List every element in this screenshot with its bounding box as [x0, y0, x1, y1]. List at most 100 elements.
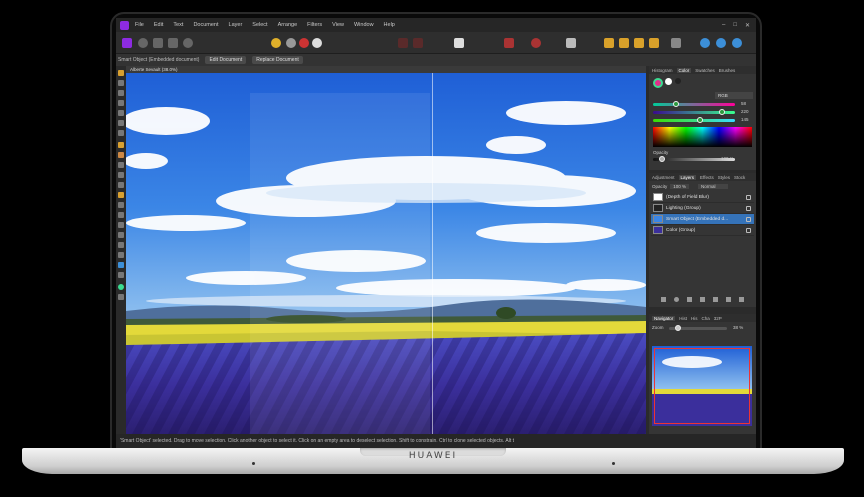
- liquify-persona-icon[interactable]: [138, 38, 148, 48]
- secondary-color-swatch[interactable]: [665, 78, 672, 85]
- clone-tool-icon[interactable]: [118, 202, 124, 208]
- transform-icon[interactable]: [671, 38, 681, 48]
- auto-colors-icon[interactable]: [299, 38, 309, 48]
- layer-row-selected[interactable]: Smart Object (Embedded d...: [651, 214, 754, 225]
- menu-edit[interactable]: Edit: [154, 22, 163, 28]
- split-view-divider[interactable]: [432, 73, 433, 438]
- erase-tool-icon[interactable]: [118, 162, 124, 168]
- layer-visibility-checkbox[interactable]: [746, 216, 751, 222]
- maximize-icon[interactable]: □: [733, 22, 737, 29]
- selection-subtract-icon[interactable]: [413, 38, 423, 48]
- green-slider[interactable]: [653, 109, 735, 115]
- tone-mapping-persona-icon[interactable]: [168, 38, 178, 48]
- boolean-intersect-icon[interactable]: [732, 38, 742, 48]
- red-slider[interactable]: [653, 101, 735, 107]
- edit-document-button[interactable]: Edit Document: [205, 56, 247, 64]
- move-tool-icon[interactable]: [118, 80, 124, 86]
- tab-transform[interactable]: Hist: [679, 316, 687, 321]
- zoom-tool-icon[interactable]: [118, 294, 124, 300]
- assistant-icon[interactable]: [566, 38, 576, 48]
- color-picker-tool-icon[interactable]: [118, 90, 124, 96]
- snapping-icon[interactable]: [531, 38, 541, 48]
- menu-arrange[interactable]: Arrange: [278, 22, 298, 28]
- arrange-backward-icon[interactable]: [634, 38, 644, 48]
- delete-layer-icon[interactable]: [739, 297, 744, 302]
- tab-layers[interactable]: Layers: [678, 174, 697, 180]
- menu-filters[interactable]: Filters: [307, 22, 322, 28]
- arrange-forward-icon[interactable]: [619, 38, 629, 48]
- document-canvas[interactable]: [126, 73, 646, 438]
- boolean-subtract-icon[interactable]: [716, 38, 726, 48]
- menu-select[interactable]: Select: [252, 22, 267, 28]
- menu-document[interactable]: Document: [193, 22, 218, 28]
- tab-adjustment[interactable]: Adjustment: [652, 175, 675, 180]
- tab-color[interactable]: Color: [676, 67, 692, 73]
- tab-channels[interactable]: Cha: [702, 316, 710, 321]
- flood-select-tool-icon[interactable]: [118, 120, 124, 126]
- tab-histogram[interactable]: Histogram: [652, 68, 673, 73]
- color-mode-select[interactable]: RGB: [715, 92, 753, 99]
- quick-mask-icon[interactable]: [454, 38, 464, 48]
- gradient-tool-icon[interactable]: [118, 182, 124, 188]
- arrange-front-icon[interactable]: [604, 38, 614, 48]
- dodge-tool-icon[interactable]: [118, 192, 124, 198]
- live-filter-icon[interactable]: [700, 297, 705, 302]
- blend-mode-select[interactable]: Normal: [698, 184, 728, 189]
- auto-contrast-icon[interactable]: [286, 38, 296, 48]
- layer-visibility-checkbox[interactable]: [746, 194, 751, 200]
- blue-value[interactable]: 145: [741, 117, 749, 122]
- close-icon[interactable]: ✕: [745, 22, 750, 29]
- paint-brush-tool-icon[interactable]: [118, 142, 124, 148]
- node-tool-icon[interactable]: [118, 252, 124, 258]
- layer-row[interactable]: Lighting (Group): [651, 203, 754, 214]
- red-value[interactable]: 58: [741, 101, 746, 106]
- menu-text[interactable]: Text: [173, 22, 183, 28]
- tab-styles[interactable]: Styles: [718, 175, 730, 180]
- mask-layer-icon[interactable]: [674, 297, 679, 302]
- align-icon[interactable]: [504, 38, 514, 48]
- healing-tool-icon[interactable]: [118, 212, 124, 218]
- tab-navigator[interactable]: Navigator: [652, 315, 676, 321]
- zoom-slider[interactable]: [669, 325, 727, 331]
- tab-effects[interactable]: Effects: [700, 175, 714, 180]
- selection-mode-icon[interactable]: [398, 38, 408, 48]
- blue-slider[interactable]: [653, 117, 735, 123]
- menu-window[interactable]: Window: [354, 22, 374, 28]
- primary-color-icon[interactable]: [118, 284, 124, 290]
- boolean-add-icon[interactable]: [700, 38, 710, 48]
- primary-color-swatch[interactable]: [653, 78, 663, 88]
- layer-row[interactable]: Color (Group): [651, 225, 754, 236]
- marquee-tool-icon[interactable]: [118, 130, 124, 136]
- shape-tool-icon[interactable]: [118, 262, 124, 268]
- layer-opacity-value[interactable]: 100 %: [670, 184, 690, 189]
- text-tool-icon[interactable]: [118, 272, 124, 278]
- blur-tool-icon[interactable]: [118, 232, 124, 238]
- photo-persona-icon[interactable]: [122, 38, 132, 48]
- menu-help[interactable]: Help: [384, 22, 395, 28]
- color-replacement-tool-icon[interactable]: [118, 152, 124, 158]
- add-pixel-layer-icon[interactable]: [726, 297, 731, 302]
- tab-stock[interactable]: Stock: [734, 175, 745, 180]
- replace-document-button[interactable]: Replace Document: [252, 56, 303, 64]
- flood-fill-tool-icon[interactable]: [118, 172, 124, 178]
- opacity-value[interactable]: 100 %: [721, 156, 734, 161]
- tab-brushes[interactable]: Brushes: [719, 68, 736, 73]
- group-layers-icon[interactable]: [713, 297, 718, 302]
- layer-visibility-checkbox[interactable]: [746, 205, 751, 211]
- tab-32p[interactable]: 32P: [714, 316, 722, 321]
- pen-tool-icon[interactable]: [118, 242, 124, 248]
- navigator-view-rect[interactable]: [654, 348, 750, 424]
- green-value[interactable]: 220: [741, 109, 749, 114]
- tab-history[interactable]: His: [691, 316, 698, 321]
- auto-levels-icon[interactable]: [271, 38, 281, 48]
- zoom-value[interactable]: 38 %: [733, 325, 743, 330]
- selection-brush-tool-icon[interactable]: [118, 110, 124, 116]
- auto-white-balance-icon[interactable]: [312, 38, 322, 48]
- menu-view[interactable]: View: [332, 22, 344, 28]
- arrange-back-icon[interactable]: [649, 38, 659, 48]
- color-spectrum[interactable]: [653, 127, 752, 147]
- adjustment-layer-icon[interactable]: [687, 297, 692, 302]
- eyedropper-icon[interactable]: [675, 78, 681, 84]
- minimize-icon[interactable]: –: [722, 22, 725, 29]
- document-tab[interactable]: Alberte Sevault (38.0%): [126, 66, 646, 73]
